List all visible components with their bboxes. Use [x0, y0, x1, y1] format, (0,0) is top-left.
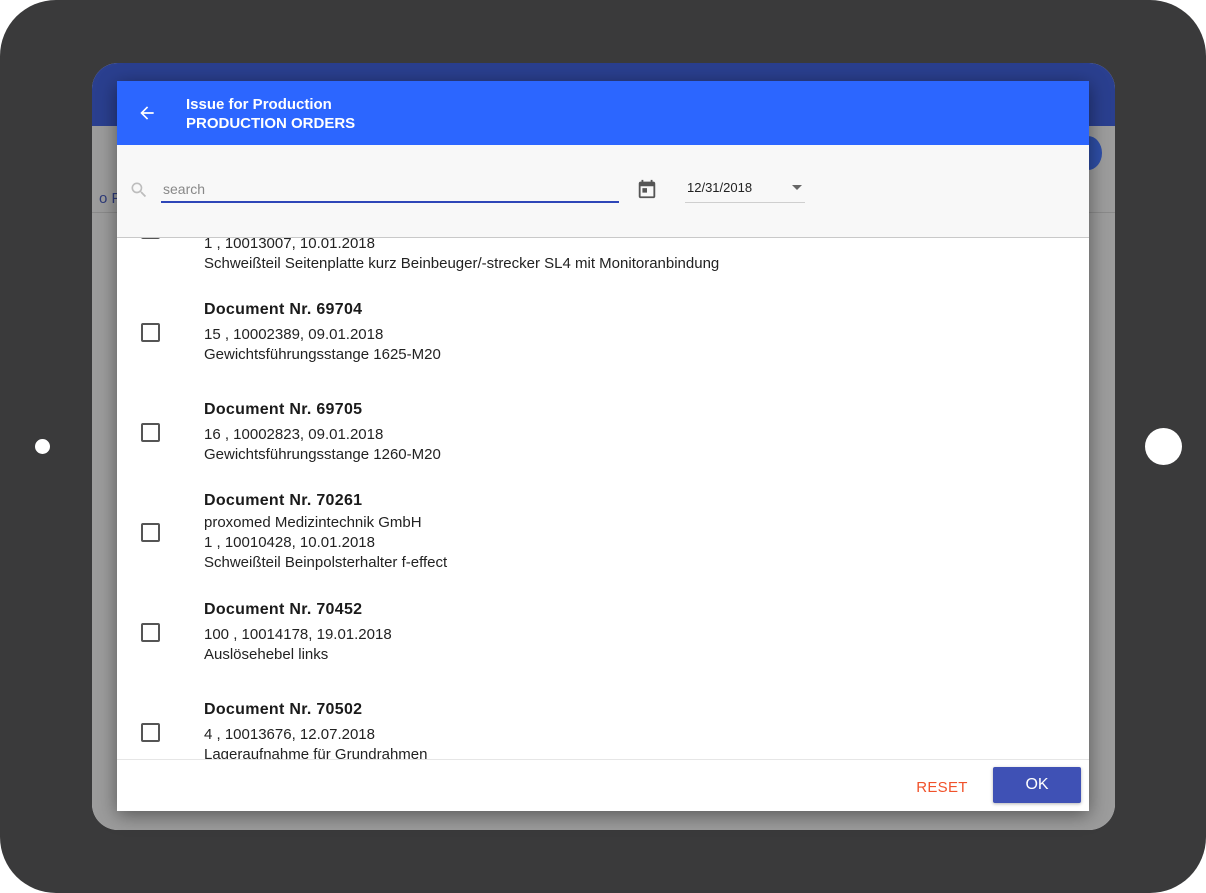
- document-checkbox[interactable]: [141, 423, 160, 442]
- production-orders-dialog: Issue for Production PRODUCTION ORDERS 1…: [117, 81, 1089, 811]
- date-value: 12/31/2018: [687, 180, 753, 195]
- home-button[interactable]: [1145, 428, 1182, 465]
- document-list[interactable]: 1 , 10013007, 10.01.2018 Schweißteil Sei…: [117, 238, 1089, 759]
- list-item[interactable]: 1 , 10013007, 10.01.2018 Schweißteil Sei…: [117, 238, 1089, 279]
- document-checkbox[interactable]: [141, 523, 160, 542]
- document-title: Document Nr. 70261: [204, 492, 363, 509]
- document-line: Schweißteil Seitenplatte kurz Beinbeuger…: [204, 255, 720, 272]
- document-line: proxomed Medizintechnik GmbH: [204, 514, 422, 531]
- document-checkbox[interactable]: [141, 723, 160, 742]
- list-item[interactable]: Document Nr. 69705 16 , 10002823, 09.01.…: [117, 378, 1089, 479]
- document-line: 16 , 10002823, 09.01.2018: [204, 426, 384, 443]
- search-icon: [131, 182, 147, 198]
- dialog-subtitle: PRODUCTION ORDERS: [186, 115, 356, 132]
- document-title: Document Nr. 69705: [204, 401, 363, 418]
- dialog-title: Issue for Production: [186, 96, 332, 113]
- document-line: 15 , 10002389, 09.01.2018: [204, 326, 384, 343]
- dialog-footer: RESET OK: [117, 759, 1089, 811]
- list-item[interactable]: Document Nr. 70261 proxomed Medizintechn…: [117, 478, 1089, 579]
- document-line: 100 , 10014178, 19.01.2018: [204, 626, 392, 643]
- document-line: Auslösehebel links: [204, 646, 329, 663]
- document-checkbox[interactable]: [141, 323, 160, 342]
- document-line: Gewichtsführungsstange 1625-M20: [204, 346, 441, 363]
- list-item[interactable]: Document Nr. 70502 4 , 10013676, 12.07.2…: [117, 678, 1089, 759]
- dialog-header: Issue for Production PRODUCTION ORDERS: [117, 81, 1089, 145]
- filter-bar: 12/31/2018: [117, 145, 1089, 238]
- back-button[interactable]: [133, 99, 161, 127]
- document-checkbox[interactable]: [141, 623, 160, 642]
- document-title: Document Nr. 69704: [204, 301, 363, 318]
- document-line: 4 , 10013676, 12.07.2018: [204, 726, 375, 743]
- caret-down-icon: [792, 185, 802, 190]
- list-item[interactable]: Document Nr. 69704 15 , 10002389, 09.01.…: [117, 278, 1089, 379]
- document-checkbox[interactable]: [141, 238, 160, 239]
- document-line: Gewichtsführungsstange 1260-M20: [204, 446, 441, 463]
- document-line: Lageraufnahme für Grundrahmen: [204, 746, 428, 759]
- document-line: 1 , 10010428, 10.01.2018: [204, 534, 375, 551]
- document-title: Document Nr. 70502: [204, 701, 363, 718]
- calendar-icon[interactable]: [636, 178, 658, 200]
- list-item[interactable]: Document Nr. 70452 100 , 10014178, 19.01…: [117, 578, 1089, 679]
- camera-dot: [35, 439, 50, 454]
- document-line: Schweißteil Beinpolsterhalter f-effect: [204, 554, 448, 571]
- reset-button[interactable]: RESET: [907, 772, 977, 802]
- document-line: 1 , 10013007, 10.01.2018: [204, 238, 375, 252]
- ok-button[interactable]: OK: [993, 767, 1081, 803]
- search-input[interactable]: [161, 177, 619, 203]
- arrow-left-icon: [140, 106, 154, 120]
- document-title: Document Nr. 70452: [204, 601, 363, 618]
- date-select[interactable]: 12/31/2018: [685, 177, 805, 203]
